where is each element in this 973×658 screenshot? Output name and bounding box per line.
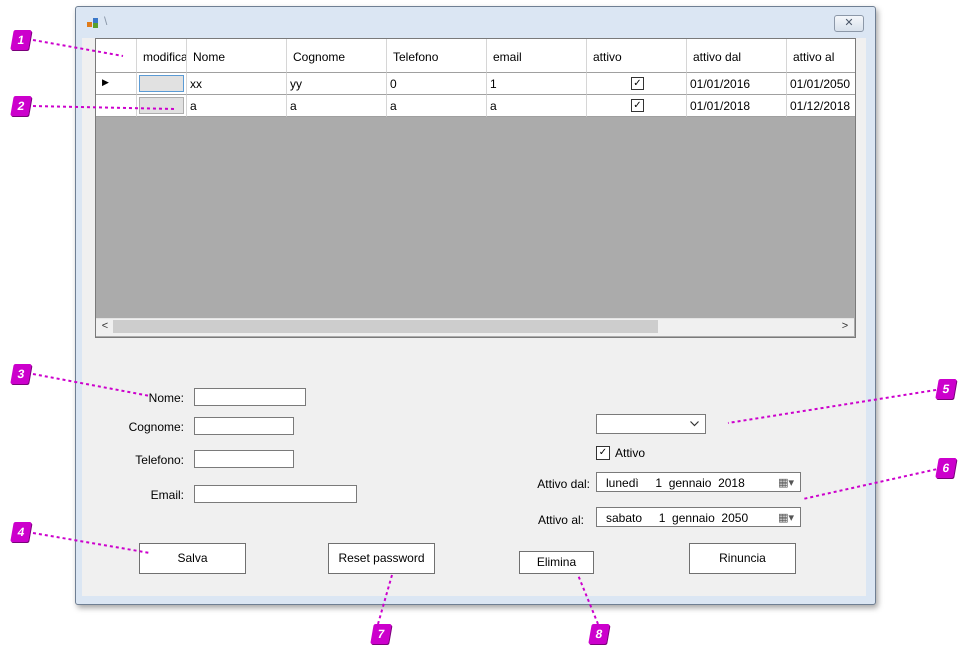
app-icon — [87, 18, 98, 28]
attivo-label: Attivo — [615, 446, 646, 460]
attivo-dal-value: lunedì 1 gennaio 2018 — [606, 476, 745, 490]
email-field[interactable] — [194, 485, 357, 503]
column-header-telefono[interactable]: Telefono — [387, 39, 487, 73]
attivo-al-value: sabato 1 gennaio 2050 — [606, 511, 749, 525]
current-row-icon: ▶ — [102, 77, 109, 87]
grid-cell-telefono[interactable]: 0 — [387, 73, 487, 95]
nome-field[interactable] — [194, 388, 306, 406]
telefono-label: Telefono: — [135, 453, 184, 467]
grid-cell-attivo[interactable]: ✓ — [587, 73, 687, 95]
column-header-modifica[interactable]: modifica — [137, 39, 187, 73]
calendar-icon[interactable]: ▦▾ — [778, 476, 794, 489]
attivo-dal-label: Attivo dal: — [537, 477, 590, 491]
close-button[interactable]: ✕ — [834, 15, 864, 32]
combo-box[interactable] — [596, 414, 706, 434]
grid-cell-nome[interactable]: xx — [187, 73, 287, 95]
attivo-al-datepicker[interactable]: sabato 1 gennaio 2050 ▦▾ — [596, 507, 801, 527]
check-icon: ✓ — [598, 447, 608, 458]
callout-2: 2 — [10, 96, 32, 116]
telefono-field[interactable] — [194, 450, 294, 468]
attivo-dal-datepicker[interactable]: lunedì 1 gennaio 2018 ▦▾ — [596, 472, 801, 492]
reset-password-button[interactable]: Reset password — [328, 543, 435, 574]
calendar-icon[interactable]: ▦▾ — [778, 511, 794, 524]
callout-1: 1 — [10, 30, 32, 50]
grid-cell-email[interactable]: a — [487, 95, 587, 117]
cognome-label: Cognome: — [128, 420, 184, 434]
grid-cell-email[interactable]: 1 — [487, 73, 587, 95]
callout-8: 8 — [588, 624, 610, 644]
chevron-down-icon — [690, 421, 699, 427]
attivo-al-label: Attivo al: — [537, 513, 584, 527]
check-icon: ✓ — [633, 78, 642, 89]
modifica-cell[interactable] — [137, 73, 187, 95]
attivo-checkbox[interactable]: ✓ — [596, 446, 610, 460]
grid-cell-telefono[interactable]: a — [387, 95, 487, 117]
grid-cell-nome[interactable]: a — [187, 95, 287, 117]
column-header-cognome[interactable]: Cognome — [287, 39, 387, 73]
grid-cell-cognome[interactable]: a — [287, 95, 387, 117]
nome-label: Nome: — [148, 391, 184, 405]
column-header-attivo[interactable]: attivo — [587, 39, 687, 73]
column-header-email[interactable]: email — [487, 39, 587, 73]
rinuncia-button[interactable]: Rinuncia — [689, 543, 796, 574]
close-icon: ✕ — [844, 17, 854, 29]
scroll-left-arrow-icon[interactable]: < — [98, 318, 112, 335]
column-header-nome[interactable]: Nome — [187, 39, 287, 73]
grid-cell-attivo-dal[interactable]: 01/01/2018 — [687, 95, 787, 117]
modifica-button[interactable] — [139, 75, 184, 92]
scroll-right-arrow-icon[interactable]: > — [838, 318, 852, 335]
column-header-attivo-al[interactable]: attivo al — [787, 39, 855, 73]
grid-cell-attivo[interactable]: ✓ — [587, 95, 687, 117]
scrollbar-thumb[interactable] — [113, 320, 658, 333]
callout-7: 7 — [370, 624, 392, 644]
grid-cell-attivo-dal[interactable]: 01/01/2016 — [687, 73, 787, 95]
modifica-cell[interactable] — [137, 95, 187, 117]
callout-6: 6 — [935, 458, 957, 478]
callout-5: 5 — [935, 379, 957, 399]
row-header[interactable]: ▶ — [96, 73, 137, 95]
callout-3: 3 — [10, 364, 32, 384]
row-header-corner — [96, 39, 137, 73]
attivo-checkbox[interactable]: ✓ — [631, 77, 644, 90]
modifica-button[interactable] — [139, 97, 184, 114]
email-label: Email: — [150, 488, 184, 502]
row-header[interactable] — [96, 95, 137, 117]
grid-cell-attivo-al[interactable]: 01/01/2050 — [787, 73, 855, 95]
data-grid[interactable]: modifica Nome Cognome Telefono email att… — [95, 38, 856, 338]
attivo-checkbox[interactable]: ✓ — [631, 99, 644, 112]
column-header-attivo-dal[interactable]: attivo dal — [687, 39, 787, 73]
grid-cell-attivo-al[interactable]: 01/12/2018 — [787, 95, 855, 117]
check-icon: ✓ — [633, 100, 642, 111]
window-title: \ — [104, 14, 108, 28]
grid-cell-cognome[interactable]: yy — [287, 73, 387, 95]
cognome-field[interactable] — [194, 417, 294, 435]
elimina-button[interactable]: Elimina — [519, 551, 594, 574]
salva-button[interactable]: Salva — [139, 543, 246, 574]
callout-4: 4 — [10, 522, 32, 542]
